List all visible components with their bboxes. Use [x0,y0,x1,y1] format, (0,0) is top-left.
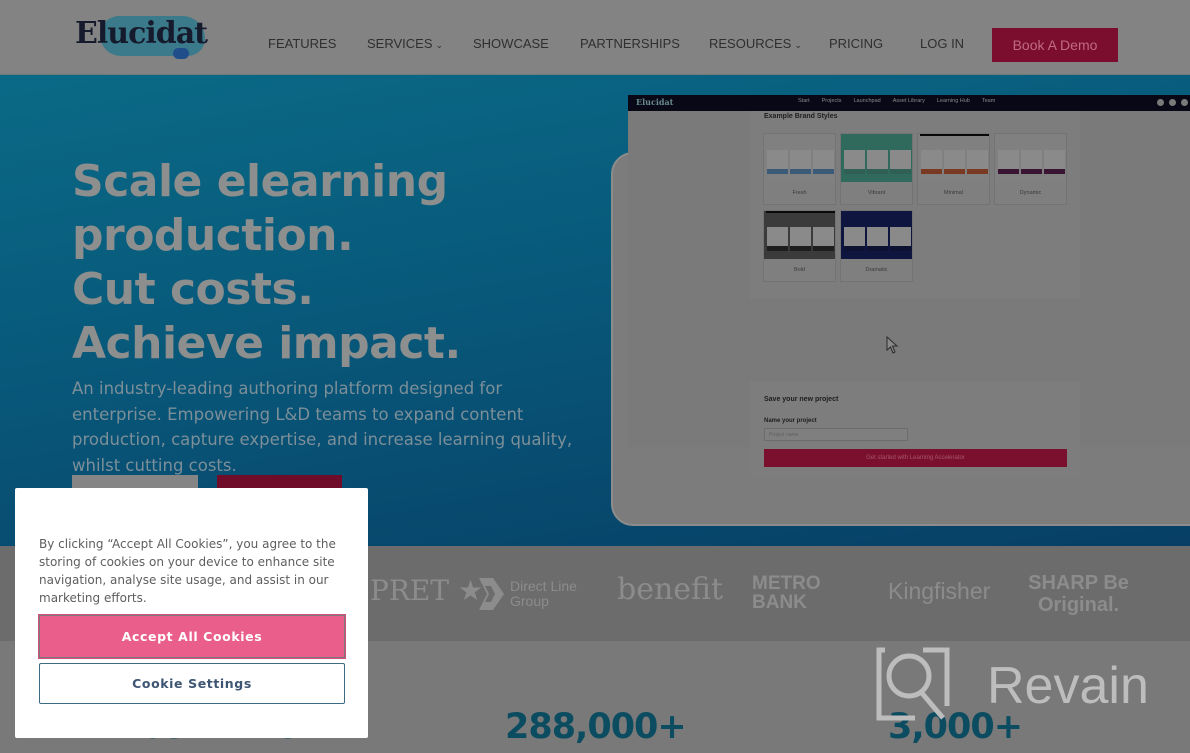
revain-text: Revain [987,657,1149,715]
cookie-consent-text: By clicking “Accept All Cookies”, you ag… [39,537,336,605]
card-buttons [921,169,988,174]
nav-login[interactable]: LOG IN [920,36,964,51]
nav-label: PARTNERSHIPS [580,36,680,51]
hero-subtitle: An industry-leading authoring platform d… [72,379,573,475]
brand-style-card: Bold [763,210,836,282]
nav-showcase[interactable]: SHOWCASE [473,36,549,51]
chevron-down-icon: ⌄ [794,40,802,50]
mockup-nav-item: Projects [821,98,842,104]
nav-resources[interactable]: RESOURCES ⌄ [709,36,802,51]
brand-style-name: Dynamic [1019,190,1042,196]
mockup-nav: Start Projects Launchpad Asset Library L… [798,98,995,104]
client-logo-kingfisher: Kingfisher [888,578,991,604]
hero-title: Scale elearning production. Cut costs. A… [72,155,461,371]
card-header-bar [843,134,912,136]
mockup-nav-item: Team [981,98,996,104]
brand-style-name: Minimal [944,190,963,196]
card-buttons [844,246,911,251]
hero-title-line: Achieve impact. [72,318,461,369]
card-buttons [844,169,911,174]
nav-label: FEATURES [268,36,337,51]
card-thumbnails [844,227,911,246]
user-icon [1181,99,1188,106]
nav-label: SERVICES [367,36,433,51]
brand-style-name: Vibrant [867,190,886,196]
save-project-title: Save your new project [764,396,839,403]
settings-icon [1169,99,1176,106]
project-name-label: Name your project [764,418,817,424]
card-header-bar [920,134,989,136]
directline-text: Direct Line Group [510,578,577,609]
brand-style-card: Fresh [763,133,836,205]
mockup-logo: Elucidat [636,97,674,107]
elucidat-logo[interactable]: Elucidat [75,12,210,64]
card-thumbnails [921,150,988,169]
book-demo-button[interactable]: Book A Demo [992,28,1118,62]
brand-style-name: Bold [793,267,805,273]
mockup-nav-item: Asset Library [892,98,925,104]
revain-logo-icon [876,647,950,721]
card-header-bar [766,134,835,136]
hero-title-line: Cut costs. [72,264,314,315]
brand-style-card: Dynamic [994,133,1067,205]
mockup-nav-item: Launchpad [853,98,881,104]
brand-style-card: Minimal [917,133,990,205]
client-logo-metrobank: METRO BANK [752,573,821,613]
cookie-settings-button[interactable]: Cookie Settings [39,663,345,704]
nav-label: PRICING [829,36,884,51]
site-header: Elucidat FEATURES SERVICES ⌄ SHOWCASE PAR… [0,0,1190,75]
stat-value: 288,000+ [505,707,687,747]
nav-label: SHOWCASE [473,36,549,51]
directline-arrow-icon [479,578,504,610]
brand-style-name: Fresh [792,190,807,196]
brand-style-card: Dramatic [840,210,913,282]
card-buttons [767,246,834,251]
client-logo-sharp: SHARP Be Original. [1028,572,1129,616]
nav-partnerships[interactable]: PARTNERSHIPS [580,36,680,51]
nav-services[interactable]: SERVICES ⌄ [367,36,443,51]
nav-label: LOG IN [920,36,965,51]
card-header-bar [843,211,912,213]
card-header-bar [997,134,1066,136]
mockup-nav-item: Start [798,98,810,104]
product-mockup-screen: Elucidat Start Projects Launchpad Asset … [628,95,1190,478]
brand-style-name: Dramatic [865,267,888,273]
chevron-down-icon: ⌄ [435,40,444,50]
save-project-panel: Save your new project Name your project … [750,381,1080,478]
mockup-app-icons [1157,99,1188,106]
card-thumbnails [767,227,834,246]
nav-pricing[interactable]: PRICING [829,36,883,51]
card-buttons [767,169,834,174]
client-logo-pret: PRET ★ [370,574,484,607]
cookie-consent-banner: By clicking “Accept All Cookies”, you ag… [15,488,368,738]
mouse-cursor-icon [886,336,899,354]
mockup-app-bar: Elucidat Start Projects Launchpad Asset … [628,95,1190,111]
nav-label: RESOURCES [709,36,792,51]
logo-text: Elucidat [75,16,208,51]
card-thumbnails [767,150,834,169]
brand-style-card: Vibrant [840,133,913,205]
brand-styles-panel: Example Brand Styles Fresh Vibrant Minimal… [750,111,1080,299]
card-header-bar [766,211,835,213]
card-thumbnails [998,150,1065,169]
hero-title-line: production. [72,210,354,261]
nav-features[interactable]: FEATURES [268,36,336,51]
get-started-button: Get started with Learning Accelerator [764,449,1067,467]
accept-all-cookies-button[interactable]: Accept All Cookies [38,614,346,659]
client-logo-benefit: benefit [617,572,724,607]
project-name-input: Project name [764,428,908,441]
card-buttons [998,169,1065,174]
revain-watermark: Revain [875,646,1165,724]
mockup-nav-item: Learning Hub [936,98,970,104]
help-icon [1157,99,1164,106]
card-thumbnails [844,150,911,169]
brand-styles-title: Example Brand Styles [764,113,838,120]
hero-title-line: Scale elearning [72,156,448,207]
